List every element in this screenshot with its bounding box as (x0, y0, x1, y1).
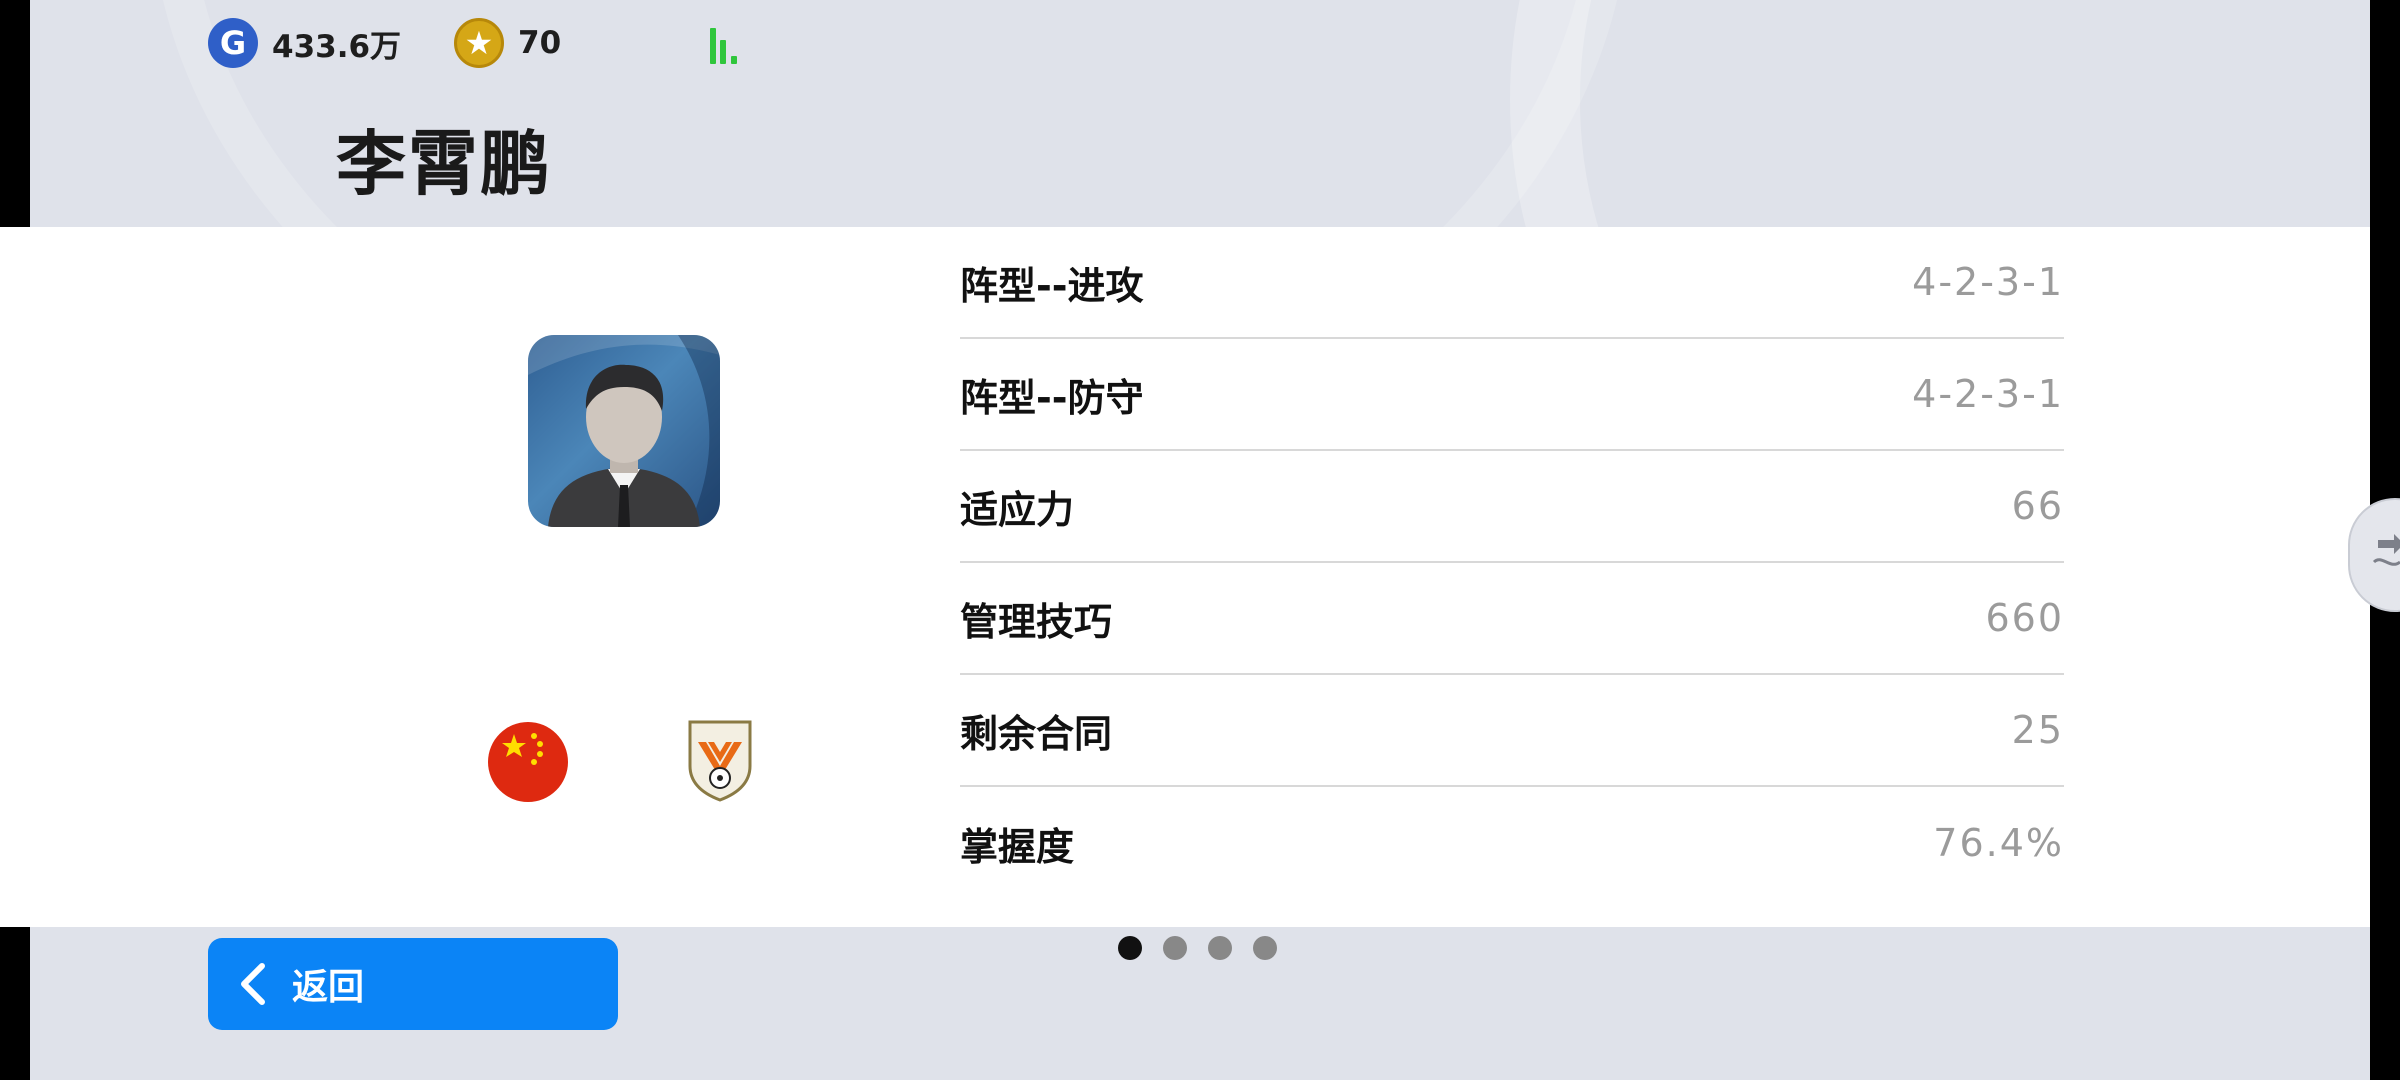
stat-row-proficiency: 掌握度 76.4% (960, 787, 2064, 899)
signal-strength-icon (708, 26, 748, 64)
tool-icon (2372, 534, 2400, 566)
g-coin-icon: G (208, 18, 258, 68)
stat-row-defence-formation: 阵型--防守 4-2-3-1 (960, 339, 2064, 451)
stat-value: 4-2-3-1 (1912, 372, 2064, 416)
back-button-label: 返回 (292, 967, 365, 1008)
stat-label: 适应力 (960, 487, 1075, 532)
stat-value: 66 (2011, 484, 2064, 528)
stat-value: 25 (2011, 708, 2064, 752)
stat-label: 阵型--防守 (960, 375, 1144, 420)
club-crest-icon (688, 720, 752, 802)
coin-value: 70 (518, 25, 562, 61)
stat-label: 管理技巧 (960, 599, 1113, 644)
stat-row-adaptability: 适应力 66 (960, 451, 2064, 563)
star-coin-icon: ★ (454, 18, 504, 68)
stat-label: 阵型--进攻 (960, 263, 1144, 308)
manager-silhouette-avatar (528, 335, 720, 527)
stat-value: 4-2-3-1 (1912, 260, 2064, 304)
stat-row-contract: 剩余合同 25 (960, 675, 2064, 787)
left-edge-bar (0, 0, 30, 230)
stat-row-management-skill: 管理技巧 660 (960, 563, 2064, 675)
page-dot-3[interactable] (1208, 936, 1232, 960)
manager-stats-list: 阵型--进攻 4-2-3-1 阵型--防守 4-2-3-1 适应力 66 管理技… (960, 227, 2064, 899)
page-dot-2[interactable] (1163, 936, 1187, 960)
china-flag-icon (488, 722, 568, 802)
gp-balance: G 433.6万 (208, 18, 401, 68)
back-button[interactable]: 返回 (208, 938, 618, 1030)
page-indicator (1118, 936, 1277, 960)
stat-label: 掌握度 (960, 824, 1075, 869)
chevron-left-icon (241, 963, 265, 1005)
stat-label: 剩余合同 (960, 711, 1113, 756)
gp-value: 433.6万 (272, 28, 402, 65)
page-dot-1[interactable] (1118, 936, 1142, 960)
manager-name: 李霄鹏 (336, 123, 552, 205)
screen: G 433.6万 ★ 70 李霄鹏 阵型--进攻 4-2-3-1 阵型--防守 … (0, 0, 2400, 1080)
coin-balance: ★ 70 (454, 18, 561, 68)
stat-value: 76.4% (1933, 821, 2064, 865)
stat-row-attack-formation: 阵型--进攻 4-2-3-1 (960, 227, 2064, 339)
stat-value: 660 (1985, 596, 2064, 640)
page-dot-4[interactable] (1253, 936, 1277, 960)
